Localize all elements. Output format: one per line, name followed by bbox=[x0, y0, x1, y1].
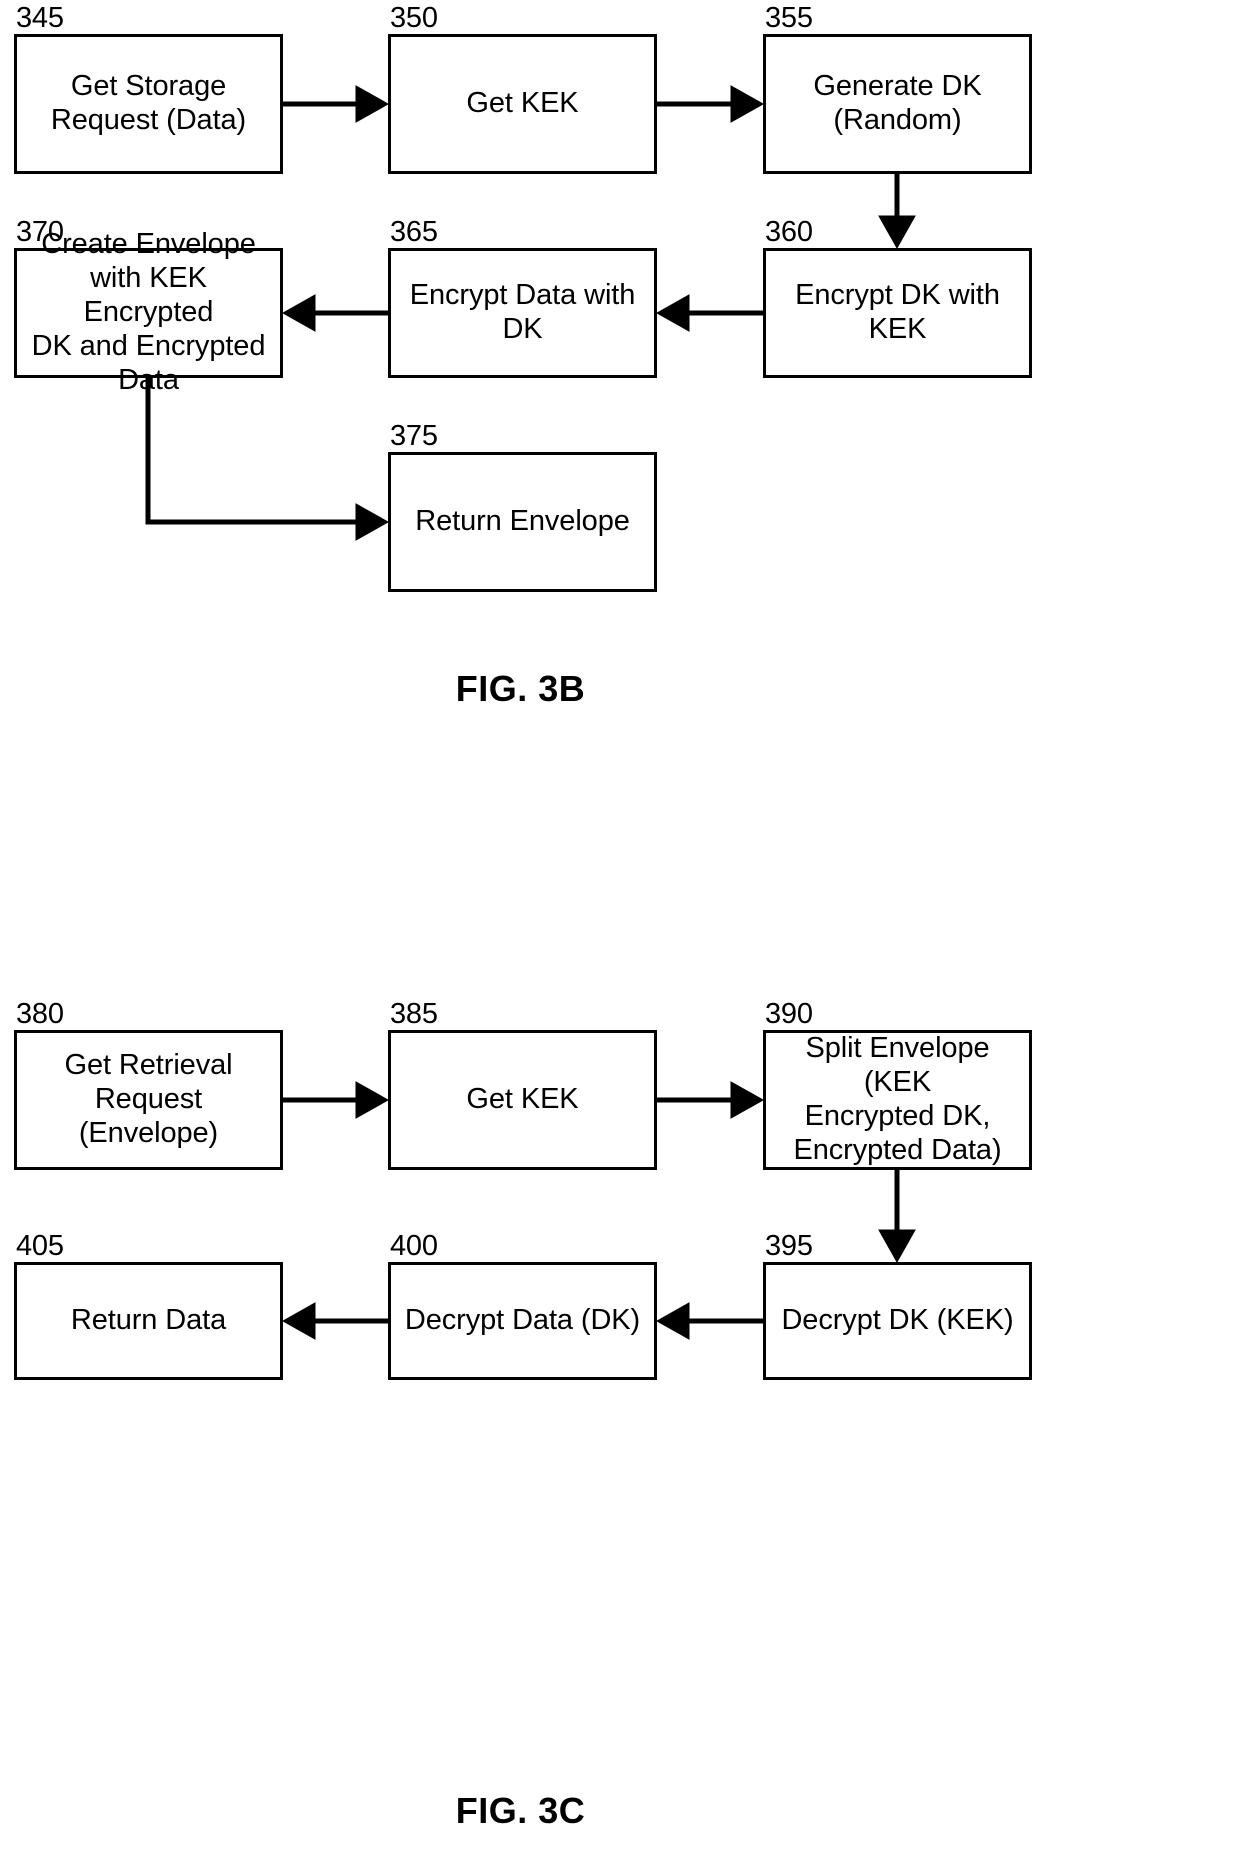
process-box-345-label: Get Storage Request (Data) bbox=[50, 70, 247, 136]
ref-numeral-380: 380 bbox=[16, 998, 64, 1030]
process-box-345[interactable]: Get Storage Request (Data) bbox=[14, 34, 283, 174]
arrow-350-to-355 bbox=[657, 85, 765, 123]
process-box-405-label: Return Data bbox=[70, 1304, 227, 1337]
process-box-400[interactable]: Decrypt Data (DK) bbox=[388, 1262, 657, 1380]
arrow-370-to-375 bbox=[145, 378, 390, 541]
arrow-345-to-350 bbox=[283, 85, 390, 123]
process-box-375[interactable]: Return Envelope bbox=[388, 452, 657, 592]
arrow-395-to-400 bbox=[655, 1302, 763, 1340]
arrow-360-to-365 bbox=[655, 294, 763, 332]
ref-numeral-395: 395 bbox=[765, 1230, 813, 1262]
arrow-385-to-390 bbox=[657, 1081, 765, 1119]
ref-numeral-345: 345 bbox=[16, 2, 64, 34]
ref-numeral-390: 390 bbox=[765, 998, 813, 1030]
process-box-375-label: Return Envelope bbox=[415, 505, 630, 538]
process-box-380-label: Get Retrieval Request (Envelope) bbox=[64, 1049, 233, 1149]
ref-numeral-350: 350 bbox=[390, 2, 438, 34]
process-box-365[interactable]: Encrypt Data with DK bbox=[388, 248, 657, 378]
process-box-355-label: Generate DK (Random) bbox=[813, 70, 982, 136]
process-box-405[interactable]: Return Data bbox=[14, 1262, 283, 1380]
process-box-385-label: Get KEK bbox=[466, 1083, 579, 1116]
ref-numeral-375: 375 bbox=[390, 420, 438, 452]
arrow-355-to-360 bbox=[878, 174, 916, 250]
process-box-350-label: Get KEK bbox=[466, 87, 579, 120]
ref-numeral-355: 355 bbox=[765, 2, 813, 34]
patent-drawing-sheet: 345 Get Storage Request (Data) 350 Get K… bbox=[0, 0, 1240, 1859]
process-box-400-label: Decrypt Data (DK) bbox=[404, 1304, 641, 1337]
process-box-365-label: Encrypt Data with DK bbox=[409, 279, 636, 345]
ref-numeral-360: 360 bbox=[765, 216, 813, 248]
process-box-390[interactable]: Split Envelope (KEK Encrypted DK, Encryp… bbox=[763, 1030, 1032, 1170]
arrow-380-to-385 bbox=[283, 1081, 390, 1119]
process-box-395-label: Decrypt DK (KEK) bbox=[781, 1304, 1014, 1337]
process-box-370-label: Create Envelope with KEK Encrypted DK an… bbox=[31, 228, 266, 396]
ref-numeral-385: 385 bbox=[390, 998, 438, 1030]
arrow-365-to-370 bbox=[281, 294, 388, 332]
figure-caption-3c: FIG. 3C bbox=[455, 1790, 586, 1831]
process-box-360[interactable]: Encrypt DK with KEK bbox=[763, 248, 1032, 378]
ref-numeral-405: 405 bbox=[16, 1230, 64, 1262]
process-box-380[interactable]: Get Retrieval Request (Envelope) bbox=[14, 1030, 283, 1170]
arrow-400-to-405 bbox=[281, 1302, 388, 1340]
ref-numeral-365: 365 bbox=[390, 216, 438, 248]
figure-caption-3b: FIG. 3B bbox=[455, 668, 586, 709]
arrow-390-to-395 bbox=[878, 1170, 916, 1264]
process-box-395[interactable]: Decrypt DK (KEK) bbox=[763, 1262, 1032, 1380]
ref-numeral-400: 400 bbox=[390, 1230, 438, 1262]
process-box-360-label: Encrypt DK with KEK bbox=[795, 279, 1000, 345]
process-box-390-label: Split Envelope (KEK Encrypted DK, Encryp… bbox=[793, 1032, 1002, 1166]
process-box-350[interactable]: Get KEK bbox=[388, 34, 657, 174]
process-box-355[interactable]: Generate DK (Random) bbox=[763, 34, 1032, 174]
process-box-385[interactable]: Get KEK bbox=[388, 1030, 657, 1170]
process-box-370[interactable]: Create Envelope with KEK Encrypted DK an… bbox=[14, 228, 283, 396]
